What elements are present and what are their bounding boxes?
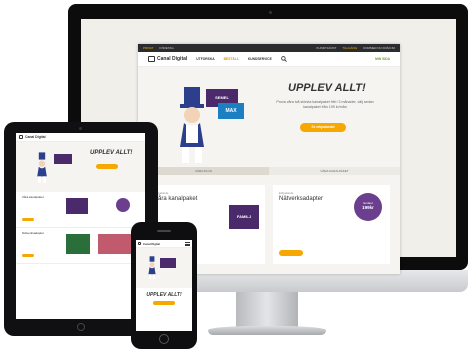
package-box bbox=[66, 198, 88, 214]
tv-icon bbox=[138, 242, 141, 245]
iphone-speaker bbox=[157, 230, 171, 232]
tablet-section-adapter: Nätverksadapter bbox=[16, 228, 145, 264]
canal-digital-logo[interactable]: Canal Digital bbox=[19, 135, 46, 139]
magician-mascot-illustration bbox=[148, 256, 156, 280]
tv-icon bbox=[148, 56, 155, 62]
imac-stand-neck bbox=[236, 292, 298, 330]
hero-banner: SEMEL MAX UPPLEV ALLT! Prova våra två st… bbox=[138, 67, 400, 167]
price-badge bbox=[116, 198, 130, 212]
responsive-device-mockup: PRIVAT FÖRETAG KUNDTJÄNST TILLGÄNG KOMME… bbox=[0, 0, 473, 349]
imac-camera bbox=[269, 11, 272, 14]
nav-item-explore[interactable]: UTFORSKA bbox=[196, 57, 214, 61]
phone-hero-title: UPPLEV ALLT! bbox=[146, 292, 182, 298]
utility-bar: PRIVAT FÖRETAG KUNDTJÄNST TILLGÄNG KOMME… bbox=[138, 44, 400, 52]
phone-hero bbox=[136, 248, 192, 288]
phone-navigation: Canal Digital bbox=[136, 240, 192, 248]
section-button[interactable] bbox=[22, 218, 34, 221]
card-kicker: Erbjudande bbox=[154, 191, 169, 195]
price-badge: Endast 199kr bbox=[354, 193, 382, 221]
imac-stand-foot bbox=[208, 326, 326, 335]
card-button[interactable] bbox=[279, 250, 303, 256]
ipad-camera bbox=[79, 127, 82, 130]
canal-digital-logo[interactable]: Canal Digital bbox=[138, 242, 160, 246]
package-box-max: MAX bbox=[218, 103, 244, 119]
phone-hero-button[interactable] bbox=[153, 301, 175, 305]
my-page-link[interactable]: MIN SIDA bbox=[375, 57, 390, 61]
hamburger-menu-icon[interactable] bbox=[185, 241, 190, 246]
card-title: Våra kanalpaket bbox=[154, 196, 198, 202]
util-link-coming-from[interactable]: KOMMER DU FRÅN 60 bbox=[363, 46, 395, 50]
tv-icon bbox=[19, 135, 23, 139]
nav-item-customer-service[interactable]: KUNDSERVICE bbox=[248, 57, 272, 61]
util-link-business[interactable]: FÖRETAG bbox=[159, 46, 173, 50]
section-button[interactable] bbox=[22, 254, 34, 257]
tablet-section-packages: Våra kanalpaket bbox=[16, 192, 145, 228]
price-badge-value: 199kr bbox=[362, 205, 374, 210]
magician-mascot-illustration bbox=[37, 152, 47, 183]
tablet-hero: UPPLEV ALLT! bbox=[16, 142, 145, 192]
iphone-home-button bbox=[159, 334, 169, 344]
tab-channel-packages[interactable]: VÅRA KANALPAKET bbox=[269, 167, 400, 175]
nav-item-order[interactable]: BESTÄLL bbox=[224, 57, 239, 61]
search-icon[interactable] bbox=[280, 56, 287, 62]
logo-text: Canal Digital bbox=[143, 241, 160, 246]
hero-offer-button[interactable]: Se erbjudandet bbox=[300, 123, 346, 132]
logo-text: Canal Digital bbox=[157, 56, 188, 62]
package-box bbox=[54, 154, 72, 164]
card-network-adapter[interactable]: Erbjudande Nätverksadapter Endast 199kr bbox=[273, 185, 390, 264]
hero-title: UPPLEV ALLT! bbox=[288, 82, 366, 94]
util-link-support[interactable]: KUNDTJÄNST bbox=[316, 46, 336, 50]
section-tabs: VÅRA PLUS VÅRA KANALPAKET bbox=[138, 167, 400, 175]
ipad-home-button bbox=[77, 323, 85, 331]
tablet-navigation: Canal Digital bbox=[16, 133, 145, 142]
tablet-webpage: Canal Digital UPPLEV ALLT! Våra kanalpak… bbox=[16, 133, 145, 319]
package-box bbox=[160, 258, 176, 268]
tablet-hero-title: UPPLEV ALLT! bbox=[90, 150, 133, 156]
tablet-hero-button[interactable] bbox=[96, 164, 118, 169]
logo-text: Canal Digital bbox=[25, 135, 46, 139]
canal-digital-logo[interactable]: Canal Digital bbox=[148, 56, 187, 62]
phone-webpage: Canal Digital UPPLEV ALLT! bbox=[136, 240, 192, 331]
main-navigation: Canal Digital UTFORSKA BESTÄLL KUNDSERVI… bbox=[138, 52, 400, 67]
promo-image bbox=[66, 234, 90, 254]
util-link-access[interactable]: TILLGÄNG bbox=[342, 46, 357, 50]
package-box-familj: FAMILJ bbox=[229, 205, 259, 229]
util-link-private[interactable]: PRIVAT bbox=[143, 46, 153, 50]
hero-subtitle: Prova våra två största kanalpaket fritt … bbox=[276, 100, 374, 109]
